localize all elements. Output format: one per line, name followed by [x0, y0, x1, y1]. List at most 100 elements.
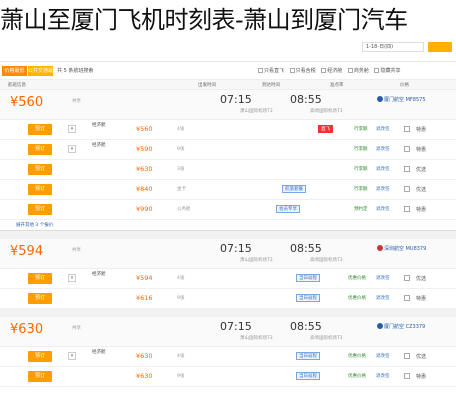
fare-discount[interactable]: 优惠价格	[348, 373, 366, 379]
compare-checkbox[interactable]	[404, 295, 410, 301]
fare-right: 特惠	[416, 374, 427, 380]
fare-refund[interactable]: 退改签	[376, 126, 390, 132]
fare-refund[interactable]: 退改签	[376, 353, 390, 359]
fare-cabin: 经济舱	[92, 123, 106, 128]
sort-dep[interactable]: 出发时间	[198, 82, 216, 88]
fare-refund[interactable]: 退改签	[376, 186, 390, 192]
expand-more[interactable]: 展开其他 3 个报价	[0, 220, 456, 231]
result-count: 共 5 条航班搜索	[57, 68, 94, 74]
book-button[interactable]: 预订	[28, 293, 52, 304]
fare-price: ¥630	[136, 165, 153, 173]
fare-refund[interactable]: 退改签	[376, 275, 390, 281]
chevron-down-icon[interactable]: ▾	[68, 352, 76, 360]
arrival-airport: 高崎国际机场T3	[310, 258, 343, 263]
compare-checkbox[interactable]	[404, 206, 410, 212]
checkbox-icon	[289, 68, 295, 73]
date-select[interactable]: 1-18-日(四)	[362, 42, 424, 52]
book-button[interactable]: 预订	[28, 351, 52, 362]
compare-checkbox[interactable]	[404, 166, 410, 172]
fare-discount[interactable]: 优惠价格	[348, 295, 366, 301]
fare-discount[interactable]: 优惠价格	[348, 275, 366, 281]
fare-right: 优选	[416, 276, 427, 282]
fare-baggage[interactable]: 行李额	[354, 126, 368, 132]
airline-logo-icon	[377, 96, 383, 102]
checkbox-icon	[347, 68, 353, 73]
compare-checkbox[interactable]	[404, 275, 410, 281]
fare-cabin: 经济舱	[92, 143, 106, 148]
fare-tag: 当日返程	[296, 274, 320, 282]
search-button[interactable]	[428, 42, 452, 52]
chevron-down-icon[interactable]: ▾	[68, 125, 76, 133]
fare-baggage[interactable]: 预约定	[354, 206, 368, 212]
book-button[interactable]: 预订	[28, 204, 52, 215]
fare-discount[interactable]: 优惠价格	[348, 353, 366, 359]
airline-name: 厦门航空 CZ3379	[384, 324, 426, 330]
fare-refund[interactable]: 退改签	[376, 206, 390, 212]
flight-header: ¥594 共享 07:15 08:55 萧山国际机场T3 高崎国际机场T3 深圳…	[0, 239, 456, 269]
fare-row: 预订 ¥840 金卡 航旅套餐 行李额 退改签 优选	[0, 180, 456, 200]
filter-hide-shared[interactable]: 隐藏共享	[374, 66, 400, 76]
fare-baggage[interactable]: 行李额	[354, 166, 368, 172]
compare-checkbox[interactable]	[404, 373, 410, 379]
flight-price: ¥630	[10, 322, 44, 337]
chevron-down-icon[interactable]: ▾	[68, 274, 76, 282]
fare-note: 9张	[177, 296, 185, 301]
sort-row: 航班信息 出发时间 到达时间 准点率 价格	[0, 80, 456, 90]
fare-price: ¥630	[136, 372, 153, 380]
fare-price: ¥840	[136, 185, 153, 193]
filter-tax[interactable]: 只看含税	[289, 66, 316, 76]
arrival-time: 08:55	[290, 93, 322, 106]
arrival-airport: 高崎国际机场T3	[310, 109, 343, 114]
compare-checkbox[interactable]	[404, 186, 410, 192]
fare-baggage[interactable]: 行李额	[354, 146, 368, 152]
filter-business[interactable]: 商务舱	[347, 66, 369, 76]
fare-note: 金卡	[177, 187, 186, 192]
fare-price: ¥990	[136, 205, 153, 213]
airline-logo-icon	[377, 323, 383, 329]
compare-checkbox[interactable]	[404, 146, 410, 152]
compare-checkbox[interactable]	[404, 126, 410, 132]
expand-more-label[interactable]: 展开其他 3 个报价	[16, 222, 53, 228]
fare-refund[interactable]: 退改签	[376, 373, 390, 379]
fare-row: 预订 ¥990 公务舱 会员专享 预约定 退改签 特惠	[0, 200, 456, 220]
book-button[interactable]: 预订	[28, 144, 52, 155]
departure-airport: 萧山国际机场T3	[240, 336, 273, 341]
fare-tag: 当日返程	[296, 372, 320, 380]
book-button[interactable]: 预订	[28, 124, 52, 135]
fare-note: 公务舱	[177, 207, 191, 212]
sort-flight[interactable]: 航班信息	[8, 82, 26, 88]
fare-right: 特惠	[416, 207, 427, 213]
filter-economy[interactable]: 经济舱	[321, 66, 342, 76]
book-button[interactable]: 预订	[28, 184, 52, 195]
tab-transit[interactable]: 公共交通最优	[28, 66, 53, 84]
departure-airport: 萧山国际机场T3	[240, 109, 273, 114]
fare-baggage[interactable]: 行李额	[354, 186, 368, 192]
fare-refund[interactable]: 退改签	[376, 295, 390, 301]
sort-arr[interactable]: 到达时间	[262, 82, 280, 88]
fare-tag: 当日返程	[296, 352, 320, 360]
flight-price: ¥594	[10, 244, 44, 259]
tab-lowest-price[interactable]: 价格最低	[2, 66, 27, 76]
fare-refund[interactable]: 退改签	[376, 146, 390, 152]
chevron-down-icon[interactable]: ▾	[68, 145, 76, 153]
fare-price: ¥594	[136, 274, 153, 282]
checkbox-icon	[258, 68, 263, 73]
fare-note: 9张	[177, 374, 185, 379]
fare-refund[interactable]: 退改签	[376, 166, 390, 172]
compare-checkbox[interactable]	[404, 353, 410, 359]
airline-name: 厦门航空 MF8575	[384, 97, 426, 103]
fare-row: 预订 ¥616 9张 当日返程 优惠价格 退改签 特惠	[0, 289, 456, 309]
fare-right: 优选	[416, 167, 427, 173]
filter-direct[interactable]: 只看直飞	[258, 66, 284, 76]
book-button[interactable]: 预订	[28, 164, 52, 175]
book-button[interactable]: 预订	[28, 371, 52, 382]
divider	[0, 231, 456, 239]
fare-right: 优选	[416, 354, 427, 360]
book-button[interactable]: 预订	[28, 273, 52, 284]
fare-tag: 航旅套餐	[282, 185, 306, 193]
sort-ontime[interactable]: 准点率	[330, 82, 344, 88]
departure-time: 07:15	[220, 320, 252, 333]
sort-price[interactable]: 价格	[400, 82, 409, 88]
departure-airport: 萧山国际机场T3	[240, 258, 273, 263]
fare-row: 预订 ▾ 经济舱 ¥630 4张 当日返程 优惠价格 退改签 优选	[0, 347, 456, 367]
